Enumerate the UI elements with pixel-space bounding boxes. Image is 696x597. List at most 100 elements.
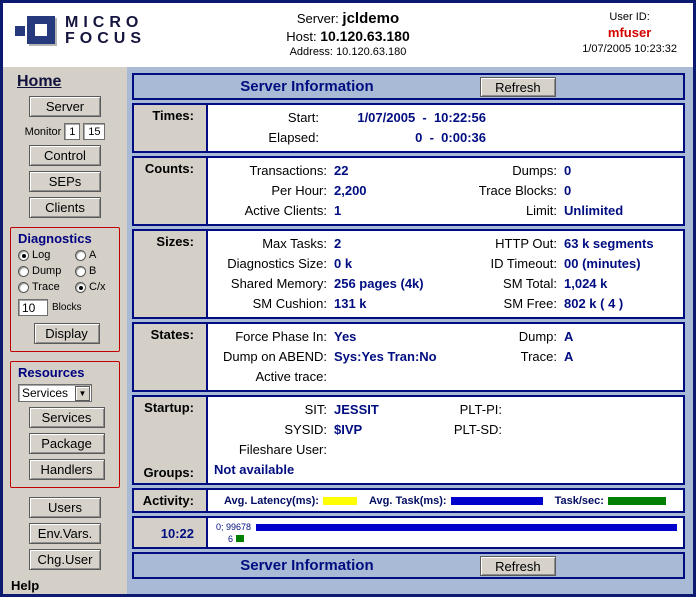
services-button[interactable]: Services xyxy=(29,407,105,428)
field-label: Diagnostics Size: xyxy=(214,254,334,274)
field-value: Yes xyxy=(334,327,449,347)
refresh-button-top[interactable]: Refresh xyxy=(480,77,556,97)
field-value: 131 k xyxy=(334,294,449,314)
activity-legend-section: Activity: Avg. Latency(ms): Avg. Task(ms… xyxy=(132,488,685,513)
help-block: Help Menu xyxy=(11,578,44,597)
field-label: Per Hour: xyxy=(214,181,334,201)
field-value xyxy=(334,367,449,387)
field-label: HTTP Out: xyxy=(449,234,564,254)
address-value: 10.120.63.180 xyxy=(336,46,406,58)
field-label: Fileshare User: xyxy=(214,440,334,460)
chg-user-button[interactable]: Chg.User xyxy=(29,549,101,570)
field-value: 1/07/2005 - 10:22:56 xyxy=(326,108,486,128)
radio-dump-indicator xyxy=(18,266,29,277)
control-button[interactable]: Control xyxy=(29,145,101,166)
activity-chart-section: 10:22 0; 99678 6 xyxy=(132,516,685,549)
monitor-field-2[interactable] xyxy=(83,123,105,140)
display-button[interactable]: Display xyxy=(34,323,100,344)
field-value xyxy=(509,440,677,460)
latency-legend: Avg. Latency(ms): xyxy=(224,495,357,507)
env-vars-button[interactable]: Env.Vars. xyxy=(29,523,101,544)
groups-value: Not available xyxy=(214,460,677,480)
server-name: jcldemo xyxy=(342,10,399,27)
logo-ring-shape xyxy=(27,16,55,44)
field-label: Dump: xyxy=(449,327,564,347)
seps-button[interactable]: SEPs xyxy=(29,171,101,192)
radio-trace-label: Trace xyxy=(32,281,60,293)
radio-dump[interactable]: Dump xyxy=(18,265,75,277)
field-value: 2 xyxy=(334,234,449,254)
counts-label: Counts: xyxy=(134,158,208,224)
radio-log[interactable]: Log xyxy=(18,249,75,261)
field-label: Dumps: xyxy=(449,161,564,181)
package-button[interactable]: Package xyxy=(29,433,105,454)
logo-line-2: FOCUS xyxy=(65,31,146,47)
host-label: Host: xyxy=(286,29,316,44)
logo-line-1: MICRO xyxy=(65,15,146,31)
users-button[interactable]: Users xyxy=(29,497,101,518)
server-information-footer: Server Information Refresh xyxy=(132,552,685,579)
field-label: SYSID: xyxy=(214,420,334,440)
server-button[interactable]: Server xyxy=(29,96,101,117)
micro-focus-logo-icon xyxy=(13,15,55,47)
radio-a[interactable]: A xyxy=(75,249,115,261)
field-label: Elapsed: xyxy=(214,128,326,148)
refresh-button-bottom[interactable]: Refresh xyxy=(480,556,556,576)
sizes-section: Sizes: Max Tasks: 2 HTTP Out: 63 k segme… xyxy=(132,229,685,319)
field-label: Limit: xyxy=(449,201,564,221)
field-label: Shared Memory: xyxy=(214,274,334,294)
resources-title: Resources xyxy=(18,365,115,380)
tasksec-value-text: 6 xyxy=(228,534,233,544)
avg-task-legend-label: Avg. Task(ms): xyxy=(369,495,447,507)
field-label: SM Cushion: xyxy=(214,294,334,314)
server-identity: Server: jcldemo Host: 10.120.63.180 Addr… xyxy=(286,10,410,58)
radio-b[interactable]: B xyxy=(75,265,115,277)
field-label: ID Timeout: xyxy=(449,254,564,274)
field-value: 0 k xyxy=(334,254,449,274)
startup-label: Startup: Groups: xyxy=(134,397,208,483)
radio-trace-indicator xyxy=(18,282,29,293)
logo-square-shape xyxy=(13,24,27,38)
field-value xyxy=(334,440,449,460)
latency-legend-label: Avg. Latency(ms): xyxy=(224,495,319,507)
section-title: Server Information xyxy=(134,78,480,95)
clients-button[interactable]: Clients xyxy=(29,197,101,218)
field-label: Active Clients: xyxy=(214,201,334,221)
monitor-field-1[interactable] xyxy=(64,123,80,140)
resources-dropdown[interactable]: Services xyxy=(18,384,92,402)
field-value: 2,200 xyxy=(334,181,449,201)
micro-focus-logo: MICRO FOCUS xyxy=(13,15,146,47)
times-label: Times: xyxy=(134,105,208,151)
user-info: User ID: mfuser 1/07/2005 10:23:32 xyxy=(582,11,677,55)
radio-a-label: A xyxy=(89,249,96,261)
avg-task-legend: Avg. Task(ms): xyxy=(369,495,543,507)
latency-legend-bar xyxy=(323,497,357,505)
field-value: 63 k segments xyxy=(564,234,677,254)
activity-time-label: 10:22 xyxy=(134,518,208,547)
radio-cx[interactable]: C/x xyxy=(75,281,115,293)
radio-b-indicator xyxy=(75,266,86,277)
field-value: 0 xyxy=(564,181,677,201)
address-line: Address: 10.120.63.180 xyxy=(286,46,410,58)
field-value: 22 xyxy=(334,161,449,181)
field-label: Max Tasks: xyxy=(214,234,334,254)
activity-label: Activity: xyxy=(134,490,208,511)
home-link[interactable]: Home xyxy=(17,73,61,91)
server-information-header: Server Information Refresh xyxy=(132,73,685,100)
radio-a-indicator xyxy=(75,250,86,261)
field-value: 0 xyxy=(564,161,677,181)
radio-log-indicator xyxy=(18,250,29,261)
monitor-controls: Monitor xyxy=(25,123,106,140)
radio-trace[interactable]: Trace xyxy=(18,281,75,293)
blocks-label: Blocks xyxy=(52,302,81,313)
states-label: States: xyxy=(134,324,208,390)
resources-dropdown-value: Services xyxy=(19,386,75,400)
handlers-button[interactable]: Handlers xyxy=(29,459,105,480)
user-id-label: User ID: xyxy=(582,11,677,23)
field-label: PLT-PI: xyxy=(449,400,509,420)
address-label: Address: xyxy=(290,46,333,58)
avg-task-bar xyxy=(256,524,677,531)
field-value: 1 xyxy=(334,201,449,221)
field-value xyxy=(509,420,677,440)
blocks-input[interactable] xyxy=(18,299,48,316)
